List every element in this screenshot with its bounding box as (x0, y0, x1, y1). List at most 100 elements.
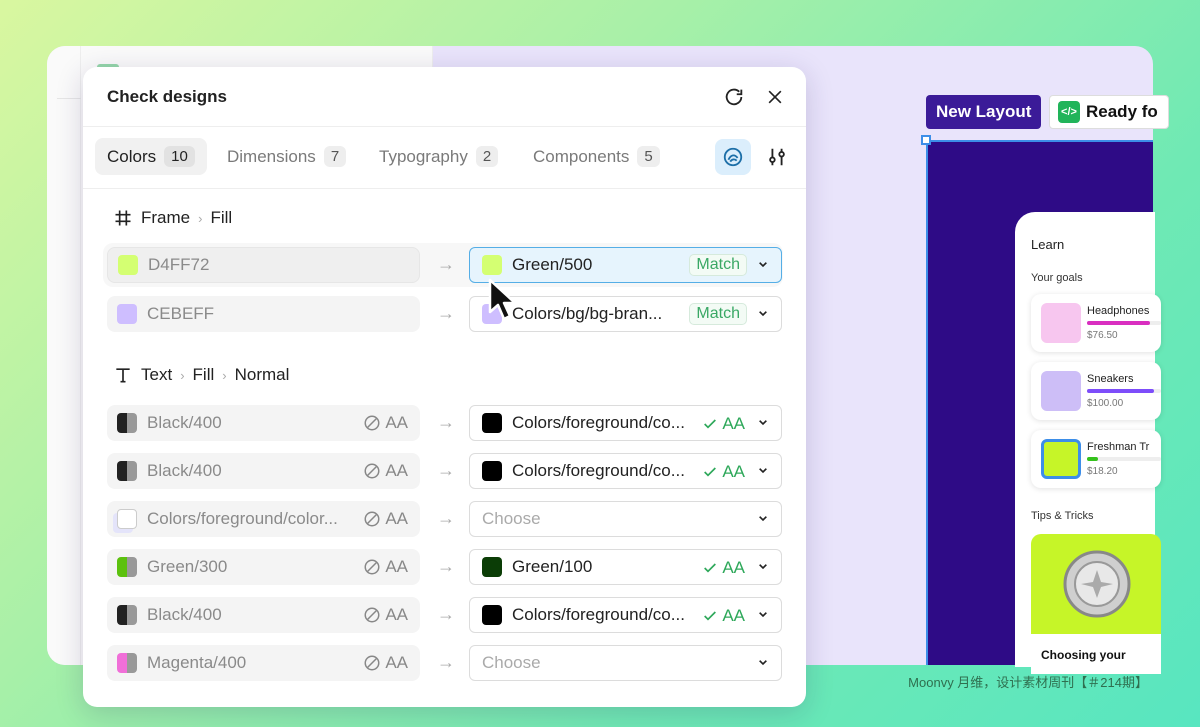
color-swatch (117, 461, 137, 481)
watermark: Moonvy 月维，设计素材周刊【＃214期】 (908, 675, 1148, 690)
tab-count: 5 (637, 146, 660, 167)
aa-label: AA (385, 653, 408, 672)
tips-label: Tips & Tricks (1031, 510, 1094, 522)
check-designs-dialog: Check designs Colors 10 Dimensions 7 Typ… (83, 67, 806, 707)
text-icon (116, 368, 130, 383)
text-fill-row[interactable]: Magenta/400 AA → Choose (107, 645, 782, 681)
check-icon (704, 467, 717, 477)
aa-label: AA (385, 461, 408, 480)
refresh-icon[interactable] (720, 83, 748, 111)
settings-sliders-icon[interactable] (759, 139, 795, 175)
color-swatch (118, 255, 138, 275)
source-color: Magenta/400 AA (107, 645, 420, 681)
aa-label: AA (722, 558, 745, 577)
source-name: Black/400 (147, 461, 222, 480)
chevron-down-icon (759, 420, 767, 426)
tab-label: Dimensions (227, 146, 316, 166)
tab-dimensions[interactable]: Dimensions 7 (215, 138, 358, 175)
chevron-down-icon (759, 262, 767, 268)
tab-typography[interactable]: Typography 2 (367, 138, 510, 175)
fill-row[interactable]: CEBEFF → Colors/bg/bg-bran... Match (107, 296, 782, 332)
tab-components[interactable]: Components 5 (521, 138, 672, 175)
color-swatch (117, 605, 137, 625)
text-fill-row[interactable]: Black/400 AA → Colors/foreground/co... A… (107, 405, 782, 441)
crumb: Fill (192, 365, 215, 384)
library-icon[interactable] (715, 139, 751, 175)
goals-label: Your goals (1031, 272, 1083, 284)
goal-progress (1087, 389, 1161, 393)
source-name: Green/300 (147, 557, 228, 576)
text-fill-row[interactable]: Black/400 AA → Colors/foreground/co... A… (107, 453, 782, 489)
goal-name: Freshman Tr (1087, 441, 1150, 453)
contrast-fail: AA (363, 509, 408, 529)
source-color: Green/300 AA (107, 549, 420, 585)
chevron-down-icon (759, 516, 767, 522)
no-contrast-icon (364, 559, 380, 575)
chevron-right-icon: › (198, 210, 203, 226)
no-contrast-icon (364, 463, 380, 479)
goal-progress-fill (1087, 457, 1099, 461)
frame-icon (115, 210, 131, 226)
goal-price: $76.50 (1087, 330, 1118, 341)
chevron-down-icon (759, 612, 767, 618)
target-select[interactable]: Choose (469, 645, 782, 681)
goal-card: Sneakers $100.00 (1031, 362, 1161, 420)
arrow-right-icon: → (437, 652, 455, 672)
text-fill-row[interactable]: Black/400 AA → Colors/foreground/co... A… (107, 597, 782, 633)
goal-card: Freshman Tr $18.20 (1031, 430, 1161, 488)
target-select[interactable]: Choose (469, 501, 782, 537)
text-fill-row[interactable]: Colors/foreground/color... AA → Choose (107, 501, 782, 537)
contrast-pass: AA (702, 606, 745, 626)
target-select[interactable]: Colors/foreground/co... AA (469, 453, 782, 489)
dialog-title: Check designs (107, 87, 227, 106)
color-swatch (482, 605, 502, 625)
mouse-cursor-icon (488, 278, 517, 321)
tab-label: Components (533, 146, 630, 166)
tab-label: Typography (379, 146, 468, 166)
text-fill-row[interactable]: Green/300 AA → Green/100 AA (107, 549, 782, 585)
target-name: Colors/foreground/co... (512, 413, 685, 432)
target-select[interactable]: Colors/foreground/co... AA (469, 597, 782, 633)
phone-title: Learn (1031, 237, 1065, 252)
crumb: Normal (234, 365, 290, 384)
target-select[interactable]: Colors/foreground/co... AA (469, 405, 782, 441)
source-color: D4FF72 (107, 247, 420, 283)
fill-row[interactable]: D4FF72 → Green/500 Match (103, 243, 783, 287)
arrow-right-icon: → (437, 556, 455, 576)
goal-progress (1087, 321, 1161, 325)
target-name: Colors/bg/bg-bran... (512, 304, 663, 323)
source-color: Colors/foreground/color... AA (107, 501, 420, 537)
resize-handle[interactable] (921, 135, 931, 145)
tab-colors[interactable]: Colors 10 (95, 138, 207, 175)
color-swatch (482, 461, 502, 481)
tip-caption: Choosing your (1041, 648, 1126, 662)
source-color: Black/400 AA (107, 597, 420, 633)
color-swatch (482, 557, 502, 577)
ready-for-dev-button[interactable]: </> Ready fo (1049, 95, 1169, 129)
check-icon (704, 563, 717, 573)
match-badge: Match (689, 303, 747, 325)
goal-card: Headphones $76.50 (1031, 294, 1161, 352)
no-contrast-icon (364, 415, 380, 431)
target-select[interactable]: Green/100 AA (469, 549, 782, 585)
target-name: Green/100 (512, 557, 593, 576)
source-name: Magenta/400 (147, 653, 247, 672)
goal-progress-fill (1087, 321, 1150, 325)
target-name: Colors/foreground/co... (512, 461, 685, 480)
section-frame-fill: Frame › Fill (113, 208, 232, 228)
color-swatch (117, 304, 137, 324)
crumb: Frame (141, 208, 191, 227)
source-name: Black/400 (147, 605, 222, 624)
new-layout-button[interactable]: New Layout (926, 95, 1042, 129)
tab-count: 2 (475, 146, 499, 167)
section-text-fill: Text › Fill › Normal (113, 365, 289, 385)
contrast-pass: AA (702, 462, 745, 482)
tab-label: Colors (107, 146, 157, 166)
arrow-right-icon: → (437, 303, 455, 323)
tab-bar: Colors 10 Dimensions 7 Typography 2 Comp… (83, 127, 806, 189)
contrast-fail: AA (363, 461, 408, 481)
close-icon[interactable] (761, 83, 789, 111)
goal-name: Headphones (1087, 305, 1150, 317)
contrast-fail: AA (363, 557, 408, 577)
target-placeholder: Choose (482, 653, 541, 672)
